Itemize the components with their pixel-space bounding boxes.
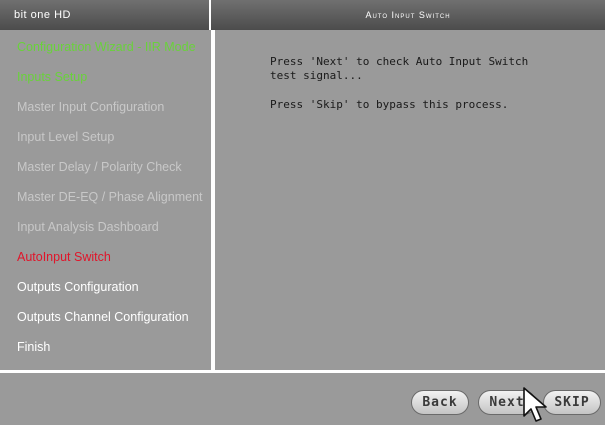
step-outputs-configuration: Outputs Configuration	[17, 280, 139, 294]
step-finish: Finish	[17, 340, 51, 354]
step-master-deeq-phase: Master DE-EQ / Phase Alignment	[17, 190, 203, 204]
main-panel: Press 'Next' to check Auto Input Switch …	[215, 30, 605, 370]
next-instruction-text: Press 'Next' to check Auto Input Switch …	[270, 55, 529, 82]
skip-button[interactable]: SKIP	[543, 390, 601, 415]
step-outputs-channel-configuration: Outputs Channel Configuration	[17, 310, 189, 324]
back-button[interactable]: Back	[411, 390, 469, 415]
page-title: Auto Input Switch	[211, 0, 605, 30]
mouse-pointer-icon	[523, 387, 547, 422]
step-master-delay-polarity: Master Delay / Polarity Check	[17, 160, 182, 174]
step-master-input-configuration: Master Input Configuration	[17, 100, 165, 114]
skip-instruction-text: Press 'Skip' to bypass this process.	[270, 98, 509, 111]
step-input-level-setup: Input Level Setup	[17, 130, 115, 144]
wizard-steps-sidebar: Configuration Wizard - IIR Mode Inputs S…	[0, 30, 211, 370]
button-bar: Back Next SKIP	[0, 373, 605, 425]
step-inputs-setup[interactable]: Inputs Setup	[17, 70, 87, 84]
step-input-analysis-dashboard: Input Analysis Dashboard	[17, 220, 159, 234]
step-auto-input-switch[interactable]: AutoInput Switch	[17, 250, 111, 264]
title-bar: bit one HD Auto Input Switch	[0, 0, 605, 30]
wizard-window: bit one HD Auto Input Switch Configurati…	[0, 0, 605, 425]
step-configuration-wizard[interactable]: Configuration Wizard - IIR Mode	[17, 40, 196, 54]
app-name: bit one HD	[0, 0, 211, 30]
